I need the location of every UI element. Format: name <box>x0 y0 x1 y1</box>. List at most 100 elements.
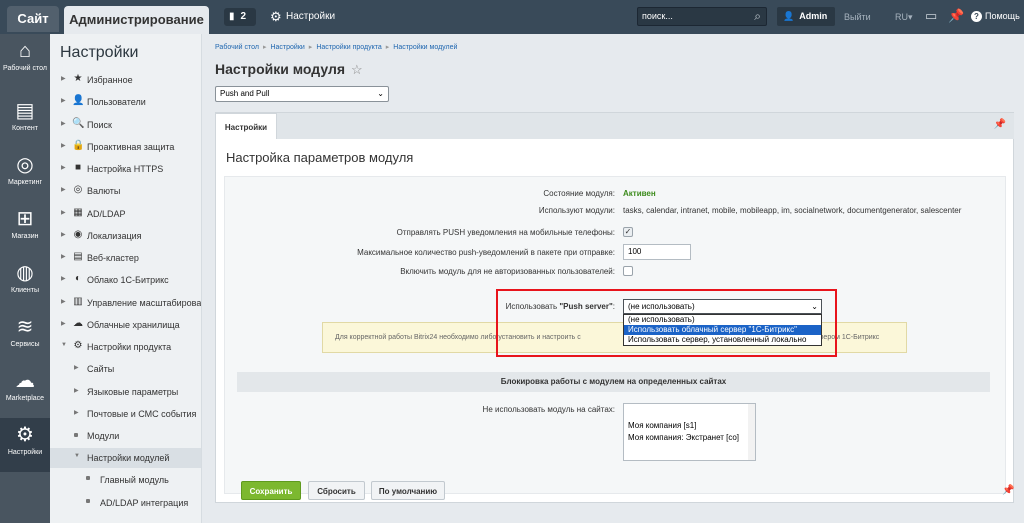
user-menu-button[interactable]: 👤 Admin <box>777 7 835 26</box>
help-link[interactable]: ? Помощь <box>971 11 1020 22</box>
list-item[interactable]: Моя компания: Экстранет [co] <box>624 432 755 444</box>
layers-icon: ≋ <box>16 316 34 338</box>
breadcrumb-link[interactable]: Настройки модулей <box>393 44 457 51</box>
tab-settings[interactable]: Настройки <box>215 113 277 140</box>
module-settings-form: Состояние модуля: Активен Используют мод… <box>224 176 1006 494</box>
leftbar-marketing[interactable]: ◎ Маркетинг <box>0 148 50 202</box>
menu-item-product-settings[interactable]: ▼ ⚙ Настройки продукта <box>50 337 201 357</box>
menu-item-scaling[interactable]: ▶▥Управление масштабированием <box>50 293 202 313</box>
breadcrumb-link[interactable]: Настройки продукта <box>316 44 381 51</box>
user-icon: 👤 <box>783 11 795 21</box>
menu-item-label: Облако 1С-Битрикс <box>87 275 169 285</box>
menu-item-label: Пользователи <box>87 97 146 107</box>
favorite-star-icon[interactable]: ☆ <box>351 62 363 77</box>
leftbar-content[interactable]: ▤ Контент <box>0 94 50 148</box>
settings-link[interactable]: Настройки <box>286 11 335 22</box>
pin-icon[interactable]: 📌 <box>994 119 1006 130</box>
menu-item-main-module[interactable]: Главный модуль <box>50 470 201 490</box>
window-icon[interactable]: ▭ <box>925 8 937 24</box>
menu-item-ldap[interactable]: ▶ ▦ AD/LDAP <box>50 204 201 224</box>
used-modules-label: Используют модули: <box>538 206 615 215</box>
logout-link[interactable]: Выйти <box>844 12 871 22</box>
menu-item-localization[interactable]: ▶ ◉ Локализация <box>50 226 201 246</box>
guests-checkbox[interactable] <box>623 266 633 276</box>
menu-item-security[interactable]: ▶ 🔒 Проактивная защита <box>50 137 201 157</box>
bell-icon: ▮ <box>229 11 235 22</box>
dropdown-option-selected[interactable]: Использовать облачный сервер "1С-Битрикс… <box>624 325 821 335</box>
gear-icon: ⚙ <box>16 424 34 446</box>
pin-icon[interactable]: 📌 <box>948 8 964 24</box>
menu-item-favorites[interactable]: ▶ ★ Избранное <box>50 70 201 90</box>
menu-item-sites[interactable]: ▶ Сайты <box>50 359 201 379</box>
leftbar-label: Marketplace <box>5 395 45 402</box>
page-title-text: Настройки модуля <box>215 61 346 77</box>
menu-item-cloud[interactable]: ▶ ◐ Облако 1С-Битрикс <box>50 270 201 290</box>
menu-item-label: Настройка HTTPS <box>87 164 164 174</box>
leftbar-label: Магазин <box>11 233 39 240</box>
leftbar-services[interactable]: ≋ Сервисы <box>0 310 50 364</box>
sites-listbox[interactable]: Моя компания [s1] Моя компания: Экстране… <box>623 403 756 461</box>
notification-count: 2 <box>240 11 247 22</box>
module-select[interactable]: Push and Pull ⌄ <box>215 86 389 102</box>
breadcrumb: Рабочий стол ▸ Настройки ▸ Настройки продукт… <box>215 44 458 51</box>
search-icon[interactable]: ⌕ <box>754 9 761 24</box>
scrollbar[interactable] <box>748 404 755 460</box>
leftbar-clients[interactable]: ◍ Клиенты <box>0 256 50 310</box>
push-mobile-checkbox[interactable]: ✓ <box>623 227 633 237</box>
push-server-dropdown: (не использовать) Использовать облачный … <box>623 314 822 346</box>
home-icon: ⌂ <box>18 40 32 62</box>
section-heading: Блокировка работы с модулем на определен… <box>237 372 990 392</box>
menu-item-currency[interactable]: ▶ ◎ Валюты <box>50 181 201 201</box>
left-icon-bar: ⌂ Рабочий стол ▤ Контент ◎ Маркетинг ⊞ Магаз… <box>0 34 50 523</box>
menu-item-ldap-integration[interactable]: AD/LDAP интеграция <box>50 493 201 513</box>
menu-item-search[interactable]: ▶ 🔍 Поиск <box>50 115 201 135</box>
leftbar-desktop[interactable]: ⌂ Рабочий стол <box>0 34 50 88</box>
target-icon: ◎ <box>16 154 34 176</box>
menu-item-https[interactable]: ▶ ■ Настройка HTTPS <box>50 159 201 179</box>
push-server-select[interactable]: (не использовать) ⌄ <box>623 299 822 314</box>
settings-panel: Настройка параметров модуля Состояние мо… <box>215 139 1014 503</box>
list-item[interactable]: Моя компания [s1] <box>624 420 755 432</box>
menu-item-label: Управление масштабированием <box>87 298 202 308</box>
search-input[interactable]: поиск... ⌕ <box>637 7 767 26</box>
menu-item-mail-events[interactable]: ▶ Почтовые и СМС события <box>50 404 201 424</box>
chevron-down-icon: ⌄ <box>811 302 818 311</box>
top-bar: Сайт Администрирование ▮ 2 ⚙ Настройки по… <box>0 0 1024 34</box>
menu-item-module-settings[interactable]: ▼ Настройки модулей <box>50 448 201 468</box>
menu-item-label: Поиск <box>87 120 112 130</box>
reset-button[interactable]: Сбросить <box>308 481 365 500</box>
save-button[interactable]: Сохранить <box>241 481 301 500</box>
tab-site[interactable]: Сайт <box>7 6 59 32</box>
tab-strip: Настройки 📌 <box>215 112 1014 140</box>
gear-icon: ⚙ <box>73 340 83 351</box>
menu-item-label: Избранное <box>87 75 133 85</box>
dropdown-option[interactable]: Использовать сервер, установленный локал… <box>624 335 821 345</box>
leftbar-marketplace[interactable]: ☁ Marketplace <box>0 364 50 418</box>
document-icon: ▤ <box>15 100 35 122</box>
menu-item-users[interactable]: ▶ 👤 Пользователи <box>50 92 201 112</box>
leftbar-shop[interactable]: ⊞ Магазин <box>0 202 50 256</box>
help-label: Помощь <box>985 11 1020 21</box>
https-icon: ■ <box>74 162 82 173</box>
basket-icon: ⊞ <box>16 208 34 230</box>
breadcrumb-link[interactable]: Рабочий стол <box>215 44 259 51</box>
push-server-label-b: "Push server" <box>559 302 613 311</box>
pin-icon[interactable]: 📌 <box>1002 485 1014 496</box>
user-icon: 👤 <box>72 95 85 106</box>
menu-item-cloud-storage[interactable]: ▶ ☁ Облачные хранилища <box>50 315 201 335</box>
default-button[interactable]: По умолчанию <box>371 481 445 500</box>
menu-item-language[interactable]: ▶ Языковые параметры <box>50 382 201 402</box>
notifications-button[interactable]: ▮ 2 <box>224 8 256 26</box>
menu-item-modules[interactable]: Модули <box>50 426 201 446</box>
breadcrumb-link[interactable]: Настройки <box>270 44 304 51</box>
tab-administration[interactable]: Администрирование <box>64 6 209 34</box>
used-modules-value: tasks, calendar, intranet, mobile, mobil… <box>623 206 962 215</box>
gear-icon[interactable]: ⚙ <box>270 9 282 25</box>
language-switch[interactable]: RU▾ <box>895 12 913 23</box>
max-push-input[interactable]: 100 <box>623 244 691 260</box>
dropdown-option[interactable]: (не использовать) <box>624 315 821 325</box>
star-icon: ★ <box>73 73 83 84</box>
leftbar-settings[interactable]: ⚙ Настройки <box>0 418 50 472</box>
menu-item-webcluster[interactable]: ▶ ▤ Веб-кластер <box>50 248 201 268</box>
leftbar-label: Контент <box>12 125 38 132</box>
